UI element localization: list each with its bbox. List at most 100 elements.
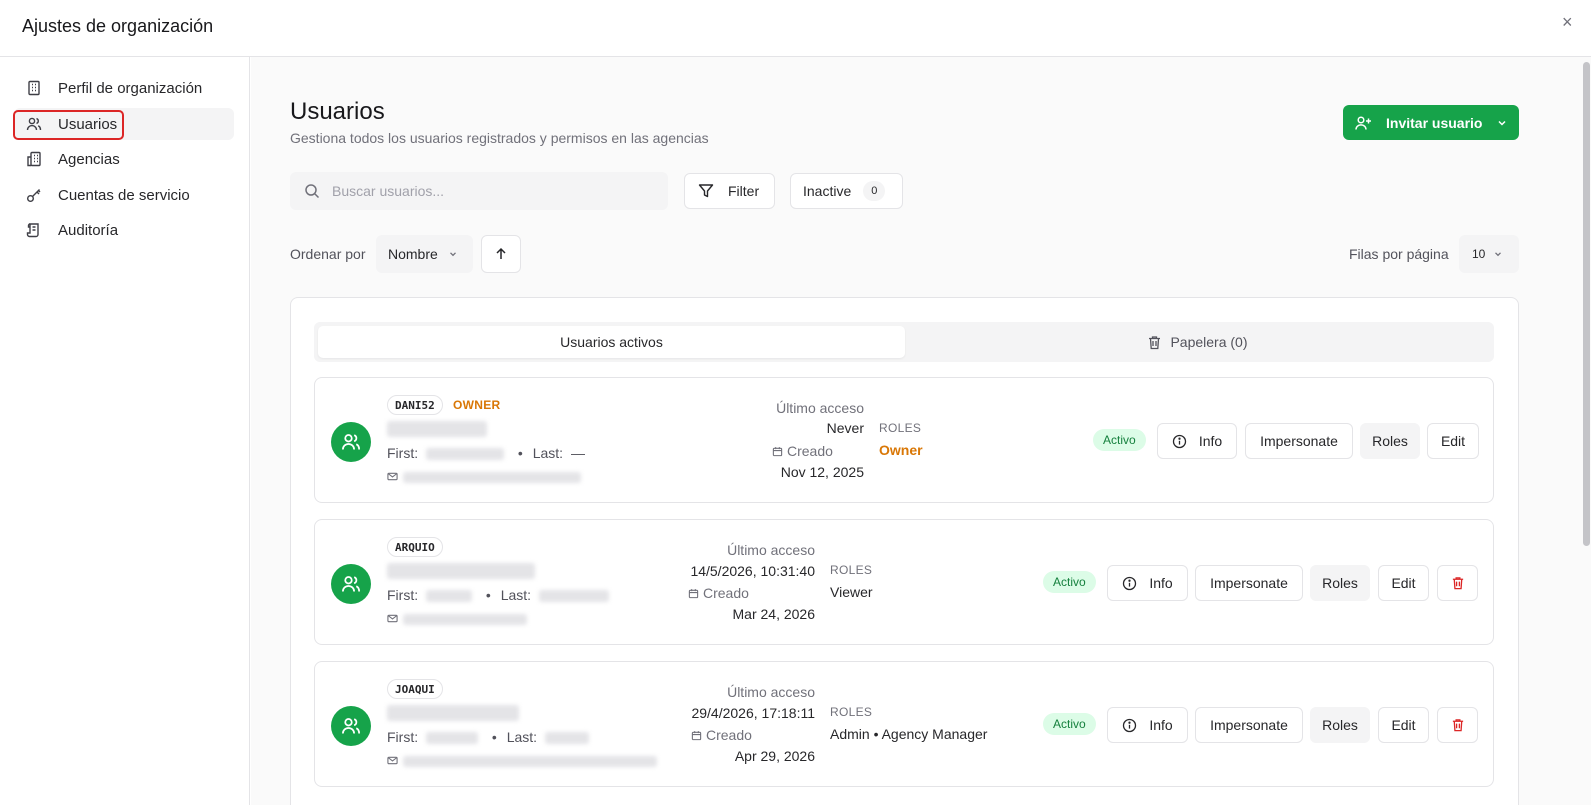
- sidebar-item-label: Auditoría: [58, 221, 119, 239]
- impersonate-button[interactable]: Impersonate: [1195, 565, 1303, 601]
- owner-tag: OWNER: [453, 398, 501, 412]
- last-access-label: Último acceso: [776, 400, 864, 416]
- info-button[interactable]: Info: [1157, 423, 1237, 459]
- last-label: Last:: [506, 729, 538, 745]
- last-access-label: Último acceso: [727, 542, 815, 558]
- search-box[interactable]: [290, 172, 668, 210]
- delete-button[interactable]: [1437, 707, 1478, 743]
- impersonate-button[interactable]: Impersonate: [1245, 423, 1353, 459]
- sidebar-item-users[interactable]: Usuarios: [13, 108, 234, 140]
- info-label: Info: [1149, 717, 1173, 733]
- invite-user-button[interactable]: Invitar usuario: [1343, 105, 1519, 140]
- created-label-text: Creado: [787, 443, 833, 459]
- roles-value: Owner: [879, 442, 923, 458]
- created-value: Nov 12, 2025: [780, 464, 864, 480]
- last-access-value: 14/5/2026, 10:31:40: [690, 563, 815, 579]
- last-access-value: 29/4/2026, 17:18:11: [691, 705, 815, 721]
- invite-user-label: Invitar usuario: [1386, 114, 1483, 131]
- delete-button[interactable]: [1437, 565, 1478, 601]
- search-input[interactable]: [332, 183, 652, 199]
- user-plus-icon: [1355, 115, 1372, 131]
- redacted-full-name: [387, 705, 519, 721]
- info-icon: [1172, 434, 1187, 449]
- filter-label: Filter: [728, 183, 760, 199]
- redacted-last-name: [544, 732, 589, 745]
- separator-dot: •: [517, 445, 523, 461]
- close-icon[interactable]: ×: [1562, 13, 1573, 31]
- building-icon: [26, 80, 42, 96]
- mail-icon: [387, 613, 398, 624]
- trash-icon: [1451, 718, 1465, 732]
- sort-field-value: Nombre: [388, 246, 438, 262]
- users-tabs: Usuarios activos Papelera (0): [314, 322, 1494, 362]
- roles-label: ROLES: [830, 563, 873, 577]
- created-label-text: Creado: [706, 727, 752, 743]
- name-details: First: • Last:: [387, 729, 589, 745]
- last-access-label: Último acceso: [727, 684, 815, 700]
- sidebar-item-audit[interactable]: Auditoría: [14, 214, 234, 246]
- username-badge: JOAQUI: [387, 679, 443, 699]
- last-value: —: [570, 445, 585, 461]
- tab-active-users[interactable]: Usuarios activos: [318, 326, 905, 358]
- calendar-icon: [772, 446, 783, 457]
- tab-label: Papelera (0): [1170, 334, 1248, 350]
- impersonate-button[interactable]: Impersonate: [1195, 707, 1303, 743]
- redacted-first-name: [426, 732, 478, 745]
- edit-button[interactable]: Edit: [1378, 707, 1429, 743]
- roles-button[interactable]: Roles: [1310, 565, 1370, 601]
- users-icon: [26, 116, 42, 132]
- user-card: JOAQUI First: • Last: Último acceso 29/4…: [314, 661, 1494, 787]
- info-button[interactable]: Info: [1107, 707, 1188, 743]
- edit-button[interactable]: Edit: [1378, 565, 1429, 601]
- created-value: Apr 29, 2026: [734, 748, 815, 764]
- roles-button[interactable]: Roles: [1360, 423, 1420, 459]
- redacted-email: [403, 756, 657, 767]
- rows-per-page-select[interactable]: 10: [1459, 235, 1519, 273]
- sidebar-item-agencies[interactable]: Agencias: [14, 143, 234, 175]
- rows-per-page-value: 10: [1472, 247, 1486, 261]
- roles-label: ROLES: [879, 421, 922, 435]
- created-label-text: Creado: [703, 585, 749, 601]
- settings-sidebar: Perfil de organización Usuarios Agencias…: [0, 57, 250, 805]
- arrow-up-icon: [494, 247, 508, 261]
- sidebar-item-profile[interactable]: Perfil de organización: [14, 72, 234, 104]
- edit-button[interactable]: Edit: [1427, 423, 1479, 459]
- sidebar-item-service-accounts[interactable]: Cuentas de servicio: [14, 179, 234, 211]
- sort-field-select[interactable]: Nombre: [376, 235, 473, 273]
- dialog-header: Ajustes de organización ×: [0, 0, 1591, 57]
- search-icon: [304, 183, 320, 199]
- mail-icon: [387, 755, 398, 766]
- filter-button[interactable]: Filter: [684, 173, 775, 209]
- status-badge: Activo: [1043, 713, 1096, 735]
- sidebar-item-label: Agencias: [58, 150, 120, 168]
- separator-dot: •: [491, 729, 497, 745]
- calendar-icon: [688, 588, 699, 599]
- chevron-down-icon[interactable]: [1496, 117, 1508, 129]
- mail-icon: [387, 471, 398, 482]
- redacted-full-name: [387, 563, 535, 579]
- tab-trash[interactable]: Papelera (0): [905, 326, 1490, 358]
- roles-label: ROLES: [830, 705, 873, 719]
- scroll-icon: [26, 222, 42, 238]
- roles-button[interactable]: Roles: [1310, 707, 1370, 743]
- sort-direction-button[interactable]: [481, 235, 521, 273]
- redacted-last-name: [538, 590, 609, 603]
- page-title: Usuarios: [290, 98, 385, 125]
- dialog-title: Ajustes de organización: [22, 16, 214, 36]
- sort-label: Ordenar por: [290, 246, 366, 262]
- inactive-toggle-button[interactable]: Inactive 0: [790, 173, 903, 209]
- info-icon: [1122, 576, 1137, 591]
- scrollbar-thumb[interactable]: [1583, 62, 1590, 546]
- username-badge: DANI52: [387, 395, 443, 415]
- last-label: Last:: [532, 445, 564, 461]
- redacted-full-name: [387, 421, 487, 437]
- sidebar-item-label: Cuentas de servicio: [58, 186, 190, 204]
- info-button[interactable]: Info: [1107, 565, 1188, 601]
- redacted-first-name: [426, 448, 504, 461]
- page-subtitle: Gestiona todos los usuarios registrados …: [290, 130, 709, 146]
- redacted-first-name: [426, 590, 472, 603]
- first-label: First:: [387, 445, 419, 461]
- avatar: [331, 422, 371, 462]
- avatar: [331, 564, 371, 604]
- separator-dot: •: [485, 587, 491, 603]
